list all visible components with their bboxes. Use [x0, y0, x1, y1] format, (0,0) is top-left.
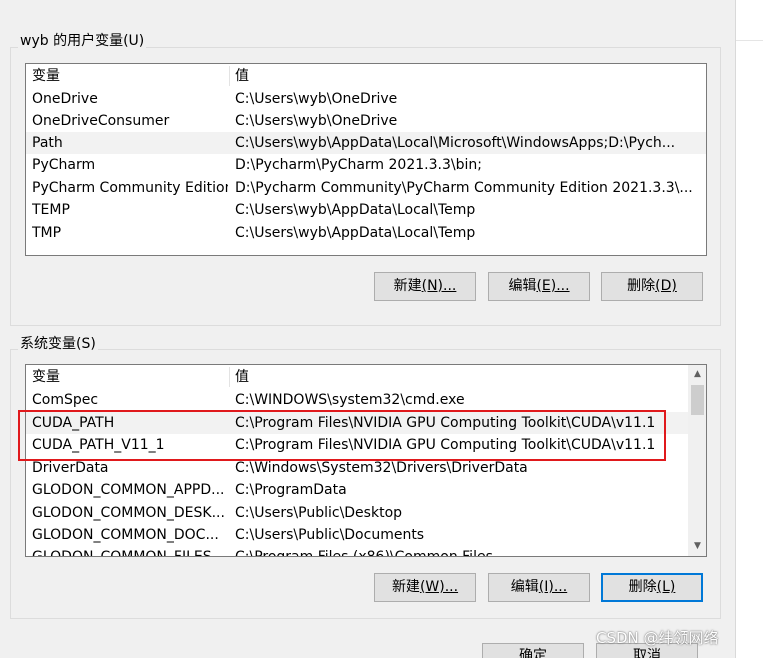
system-delete-button[interactable]: 删除(L): [601, 573, 703, 602]
scroll-up-icon[interactable]: ▲: [689, 366, 706, 383]
watermark: CSDN @纬领网络: [596, 629, 719, 647]
list-item[interactable]: GLODON_COMMON_FILES C:\Program Files (x8…: [26, 546, 706, 556]
list-header: 变量 值: [26, 365, 706, 389]
list-item[interactable]: GLODON_COMMON_APPD... C:\ProgramData: [26, 479, 706, 501]
list-item[interactable]: TEMP C:\Users\wyb\AppData\Local\Temp: [26, 199, 706, 221]
list-item[interactable]: PyCharm Community Edition D:\Pycharm Com…: [26, 177, 706, 199]
user-new-button[interactable]: 新建(N)...: [374, 272, 476, 301]
annotation-highlight-box: [18, 410, 666, 461]
list-item[interactable]: OneDrive C:\Users\wyb\OneDrive: [26, 88, 706, 110]
background-window: [735, 0, 763, 658]
column-header-name[interactable]: 变量: [32, 365, 228, 389]
list-item-selected[interactable]: Path C:\Users\wyb\AppData\Local\Microsof…: [26, 132, 706, 154]
system-vars-label: 系统变量(S): [18, 333, 98, 353]
list-item[interactable]: PyCharm D:\Pycharm\PyCharm 2021.3.3\bin;: [26, 154, 706, 176]
ok-button[interactable]: 确定: [482, 643, 584, 658]
user-vars-label: wyb 的用户变量(U): [18, 30, 147, 50]
system-edit-button[interactable]: 编辑(I)...: [488, 573, 590, 602]
vertical-scrollbar[interactable]: ▲ ▼: [688, 365, 706, 556]
list-item[interactable]: ComSpec C:\WINDOWS\system32\cmd.exe: [26, 389, 706, 411]
user-vars-list[interactable]: 变量 值 OneDrive C:\Users\wyb\OneDrive OneD…: [25, 63, 707, 256]
list-item[interactable]: GLODON_COMMON_DESK... C:\Users\Public\De…: [26, 502, 706, 524]
scroll-down-icon[interactable]: ▼: [689, 538, 706, 555]
scroll-thumb[interactable]: [691, 385, 704, 415]
user-delete-button[interactable]: 删除(D): [601, 272, 703, 301]
list-item[interactable]: GLODON_COMMON_DOC... C:\Users\Public\Doc…: [26, 524, 706, 546]
user-edit-button[interactable]: 编辑(E)...: [488, 272, 590, 301]
list-item[interactable]: TMP C:\Users\wyb\AppData\Local\Temp: [26, 222, 706, 244]
column-header-value[interactable]: 值: [235, 365, 700, 389]
column-header-value[interactable]: 值: [235, 64, 700, 88]
system-new-button[interactable]: 新建(W)...: [374, 573, 476, 602]
list-header: 变量 值: [26, 64, 706, 88]
list-item[interactable]: OneDriveConsumer C:\Users\wyb\OneDrive: [26, 110, 706, 132]
column-header-name[interactable]: 变量: [32, 64, 228, 88]
